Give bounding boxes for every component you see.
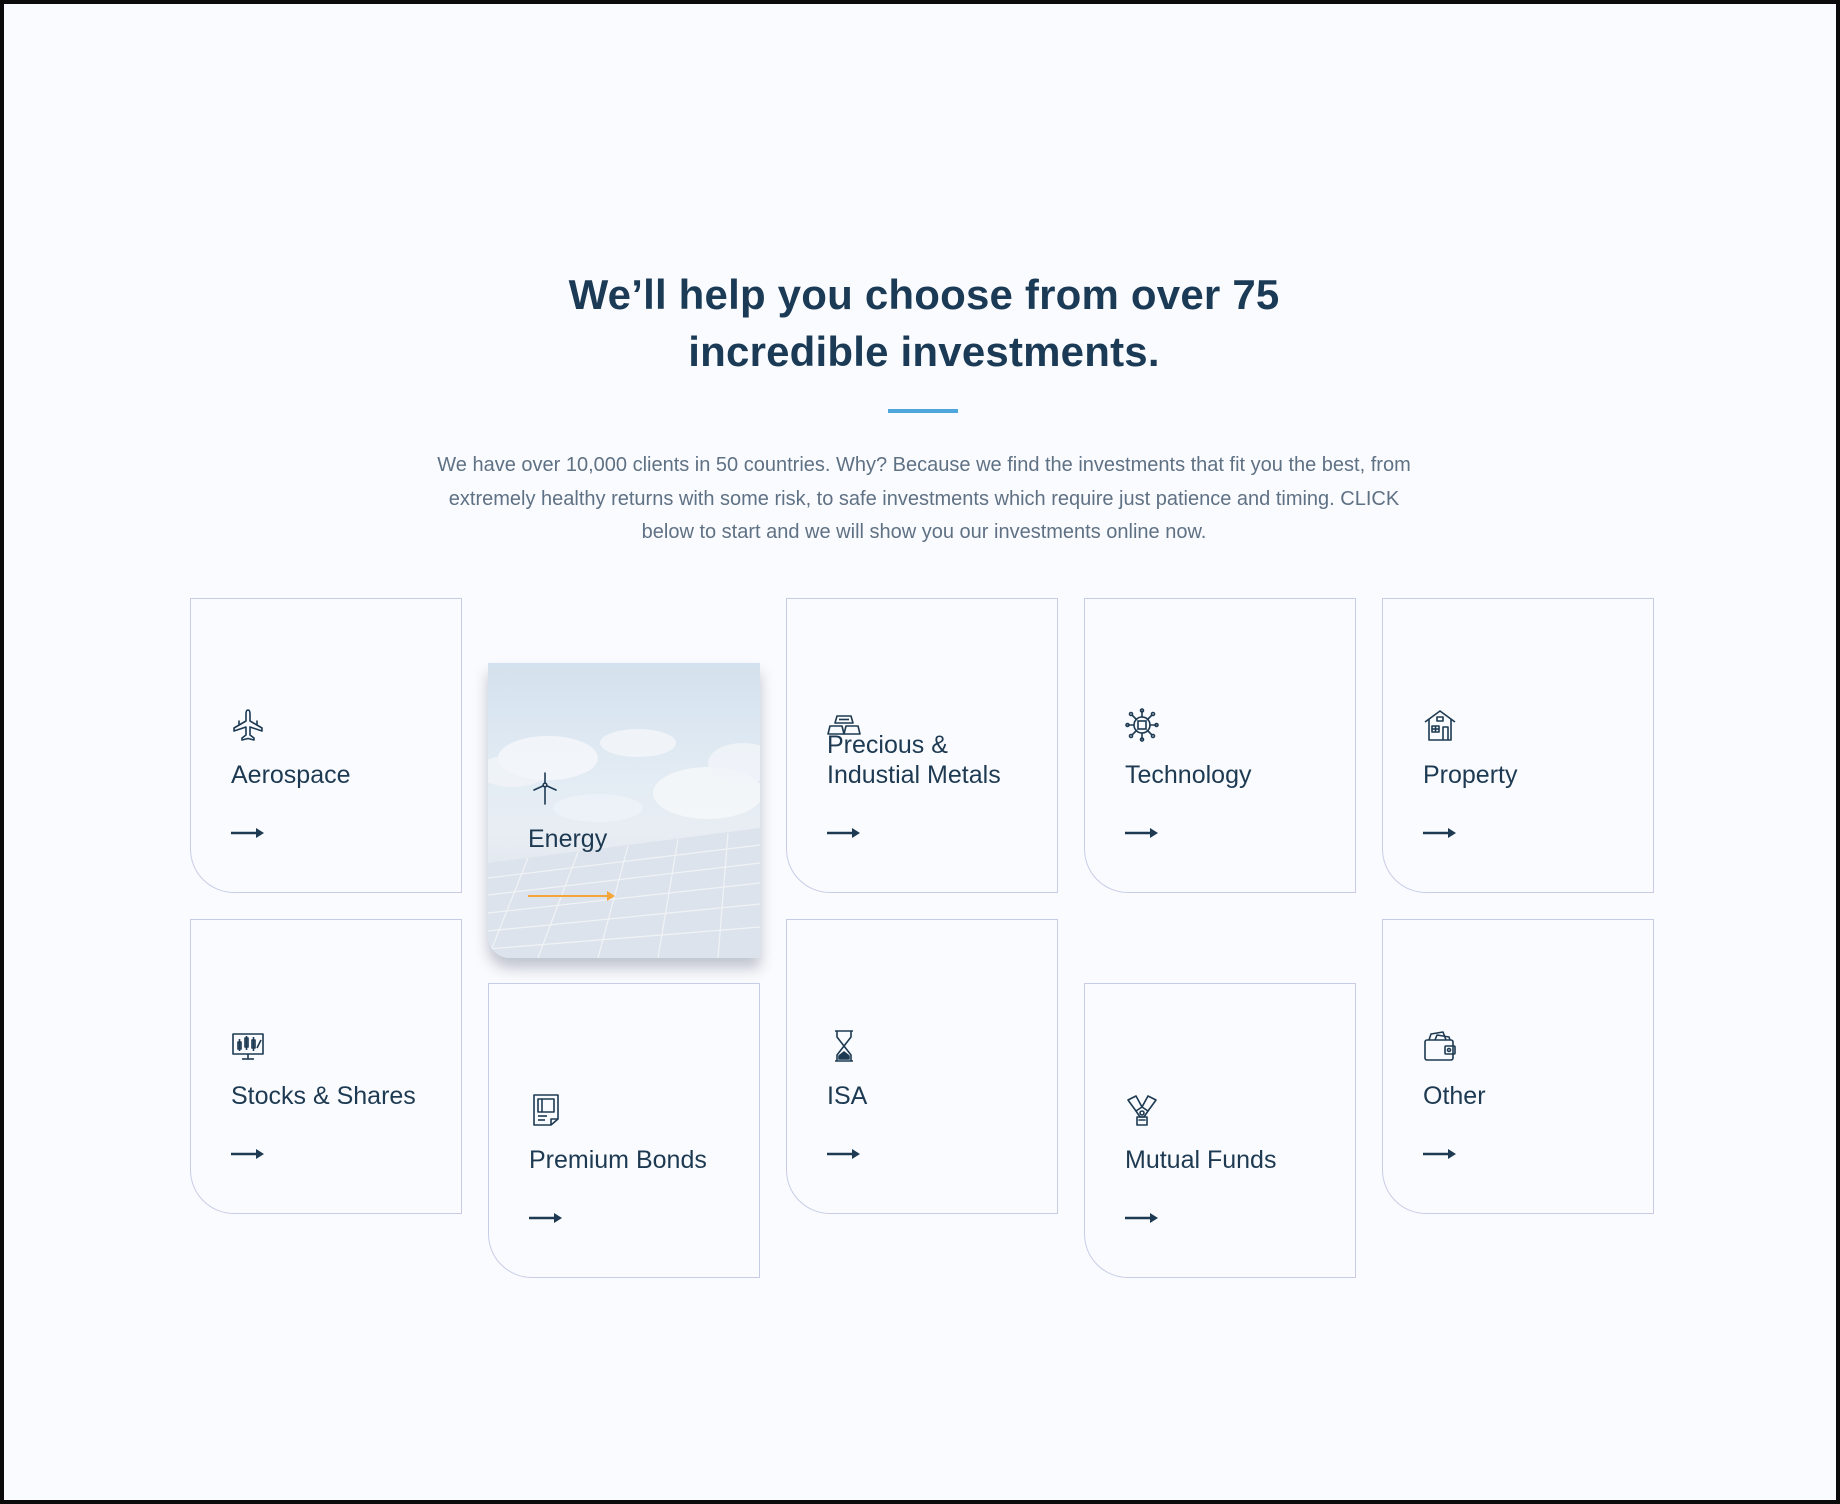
- chip-icon: [1125, 708, 1159, 742]
- category-card-energy[interactable]: Energy: [488, 663, 760, 958]
- house-icon: [1423, 708, 1457, 742]
- category-label: Technology: [1125, 761, 1252, 789]
- arrow-right-icon: [827, 1148, 861, 1160]
- arrow-right-icon: [1125, 827, 1159, 839]
- category-card-stocks-shares[interactable]: Stocks & Shares: [190, 919, 462, 1214]
- intro-text: We have over 10,000 clients in 50 countr…: [437, 454, 1411, 543]
- category-label: Stocks & Shares: [231, 1082, 416, 1110]
- bond-document-icon: [529, 1093, 563, 1127]
- category-label: Mutual Funds: [1125, 1146, 1277, 1174]
- stock-monitor-icon: [231, 1029, 265, 1063]
- arrow-right-icon: [1423, 1148, 1457, 1160]
- arrow-right-icon: [231, 1148, 265, 1160]
- category-label: ISA: [827, 1082, 868, 1110]
- category-label: Precious & Industial Metals: [827, 731, 1001, 789]
- arrow-right-icon: [231, 827, 265, 839]
- category-card-other[interactable]: Other: [1382, 919, 1654, 1214]
- category-label: Aerospace: [231, 761, 351, 789]
- arrow-right-icon: [529, 1212, 563, 1224]
- category-card-premium-bonds[interactable]: Premium Bonds: [488, 983, 760, 1278]
- category-card-property[interactable]: Property: [1382, 598, 1654, 893]
- title-divider: [888, 409, 958, 413]
- hourglass-icon: [827, 1029, 861, 1063]
- page-title-line-1: We’ll help you choose from over 75: [568, 271, 1280, 318]
- plane-icon: [231, 708, 265, 742]
- wind-turbine-icon: [528, 771, 562, 805]
- handshake-icon: [1125, 1093, 1159, 1127]
- category-card-mutual-funds[interactable]: Mutual Funds: [1084, 983, 1356, 1278]
- wallet-icon: [1423, 1029, 1457, 1063]
- category-card-aerospace[interactable]: Aerospace: [190, 598, 462, 893]
- category-label: Premium Bonds: [529, 1146, 707, 1174]
- arrow-right-icon: [528, 890, 616, 902]
- page-title-line-2: incredible investments.: [688, 328, 1160, 375]
- solar-panel-background: [488, 729, 760, 958]
- category-card-technology[interactable]: Technology: [1084, 598, 1356, 893]
- page-frame: We’ll help you choose from over 75 incre…: [0, 0, 1840, 1504]
- category-label: Energy: [528, 825, 608, 853]
- category-card-isa[interactable]: ISA: [786, 919, 1058, 1214]
- arrow-right-icon: [1125, 1212, 1159, 1224]
- category-label: Property: [1423, 761, 1518, 789]
- category-label: Other: [1423, 1082, 1486, 1110]
- category-card-precious-metals[interactable]: Precious & Industial Metals: [786, 598, 1058, 893]
- arrow-right-icon: [827, 827, 861, 839]
- page-title: We’ll help you choose from over 75 incre…: [424, 266, 1424, 380]
- arrow-right-icon: [1423, 827, 1457, 839]
